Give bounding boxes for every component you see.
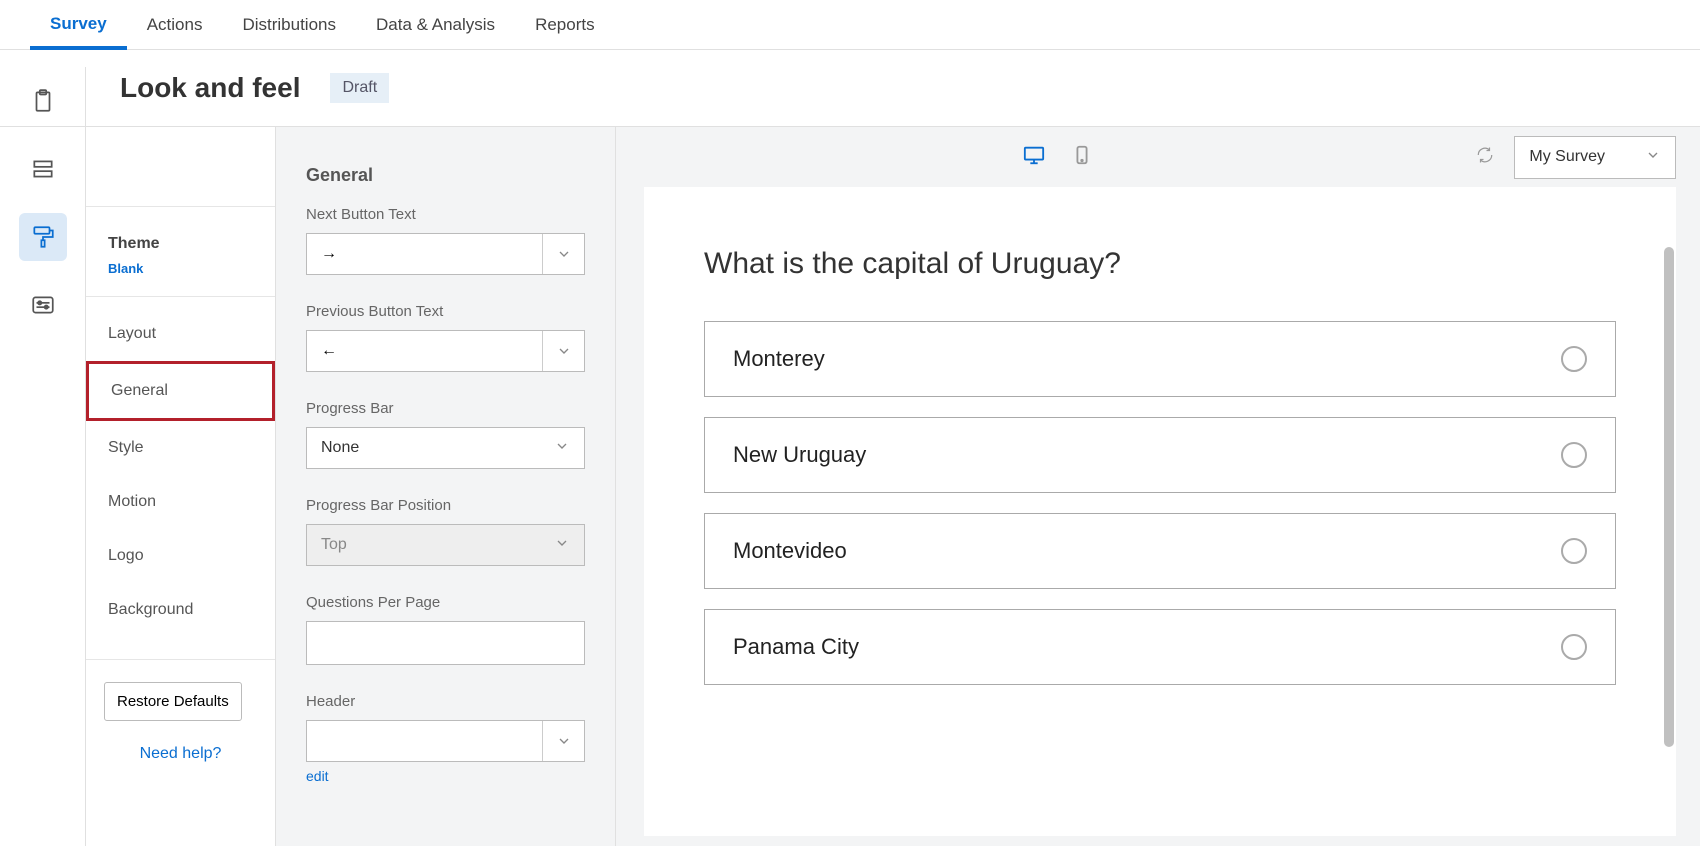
tab-distributions[interactable]: Distributions — [222, 1, 356, 49]
settings-heading: General — [306, 165, 585, 186]
progress-bar-value: None — [321, 439, 554, 457]
progress-bar-pos-select: Top — [306, 524, 585, 566]
paint-roller-icon[interactable] — [19, 213, 67, 261]
preview-canvas: What is the capital of Uruguay? Monterey… — [644, 187, 1676, 836]
tab-actions[interactable]: Actions — [127, 1, 223, 49]
previous-button-text-label: Previous Button Text — [306, 303, 585, 320]
next-button-text-label: Next Button Text — [306, 206, 585, 223]
sidebar-item-motion[interactable]: Motion — [86, 475, 275, 529]
choice-label: New Uruguay — [733, 442, 866, 468]
choice-option[interactable]: Montevideo — [704, 513, 1616, 589]
theme-name: Blank — [108, 261, 253, 276]
sidebar-item-logo[interactable]: Logo — [86, 529, 275, 583]
icon-rail — [0, 67, 86, 846]
questions-per-page-input[interactable] — [306, 621, 585, 665]
clipboard-icon[interactable] — [19, 77, 67, 125]
choice-label: Montevideo — [733, 538, 847, 564]
tab-survey[interactable]: Survey — [30, 0, 127, 50]
progress-bar-select[interactable]: None — [306, 427, 585, 469]
page-header: Look and feel Draft — [0, 50, 1700, 126]
sidebar-item-background[interactable]: Background — [86, 583, 275, 637]
choice-option[interactable]: Monterey — [704, 321, 1616, 397]
progress-bar-pos-value: Top — [321, 536, 554, 554]
tab-reports[interactable]: Reports — [515, 1, 615, 49]
question-text: What is the capital of Uruguay? — [704, 247, 1616, 281]
chevron-down-icon[interactable] — [542, 721, 584, 761]
header-input[interactable] — [307, 721, 542, 761]
restore-defaults-button[interactable]: Restore Defaults — [104, 682, 242, 721]
need-help-link[interactable]: Need help? — [86, 733, 275, 783]
preview-panel: My Survey What is the capital of Uruguay… — [616, 127, 1700, 846]
chevron-down-icon — [554, 438, 570, 459]
page-title: Look and feel — [120, 72, 300, 104]
desktop-icon[interactable] — [1021, 144, 1047, 171]
header-label: Header — [306, 693, 585, 710]
settings-panel: General Next Button Text Previous Button… — [276, 127, 616, 846]
preview-toolbar: My Survey — [616, 127, 1700, 187]
next-button-text-input[interactable] — [307, 234, 542, 274]
top-nav: Survey Actions Distributions Data & Anal… — [0, 0, 1700, 50]
header-combo[interactable] — [306, 720, 585, 762]
questions-per-page-label: Questions Per Page — [306, 594, 585, 611]
header-edit-link[interactable]: edit — [306, 768, 329, 784]
refresh-icon[interactable] — [1476, 146, 1494, 169]
sidebar-item-general[interactable]: General — [86, 361, 275, 421]
chevron-down-icon[interactable] — [542, 331, 584, 371]
survey-select-value: My Survey — [1529, 148, 1605, 166]
previous-button-text-input[interactable] — [307, 331, 542, 371]
choice-label: Monterey — [733, 346, 825, 372]
choice-option[interactable]: Panama City — [704, 609, 1616, 685]
radio-icon — [1561, 442, 1587, 468]
sidebar-menu: Layout General Style Motion Logo Backgro… — [86, 297, 275, 660]
radio-icon — [1561, 634, 1587, 660]
previous-button-text-combo[interactable] — [306, 330, 585, 372]
preview-scrollbar[interactable] — [1664, 247, 1674, 747]
chevron-down-icon — [1645, 147, 1661, 168]
status-badge: Draft — [330, 73, 389, 103]
next-button-text-combo[interactable] — [306, 233, 585, 275]
theme-label: Theme — [108, 235, 253, 253]
layout-icon[interactable] — [19, 145, 67, 193]
mobile-icon[interactable] — [1069, 144, 1095, 171]
sidebar-item-layout[interactable]: Layout — [86, 307, 275, 361]
tab-data-analysis[interactable]: Data & Analysis — [356, 1, 515, 49]
radio-icon — [1561, 346, 1587, 372]
sidebar: Theme Blank Layout General Style Motion … — [86, 127, 276, 846]
radio-icon — [1561, 538, 1587, 564]
sliders-icon[interactable] — [19, 281, 67, 329]
theme-block[interactable]: Theme Blank — [86, 207, 275, 297]
progress-bar-label: Progress Bar — [306, 400, 585, 417]
chevron-down-icon — [554, 535, 570, 556]
choice-option[interactable]: New Uruguay — [704, 417, 1616, 493]
survey-select[interactable]: My Survey — [1514, 136, 1676, 179]
choice-label: Panama City — [733, 634, 859, 660]
sidebar-item-style[interactable]: Style — [86, 421, 275, 475]
chevron-down-icon[interactable] — [542, 234, 584, 274]
progress-bar-pos-label: Progress Bar Position — [306, 497, 585, 514]
